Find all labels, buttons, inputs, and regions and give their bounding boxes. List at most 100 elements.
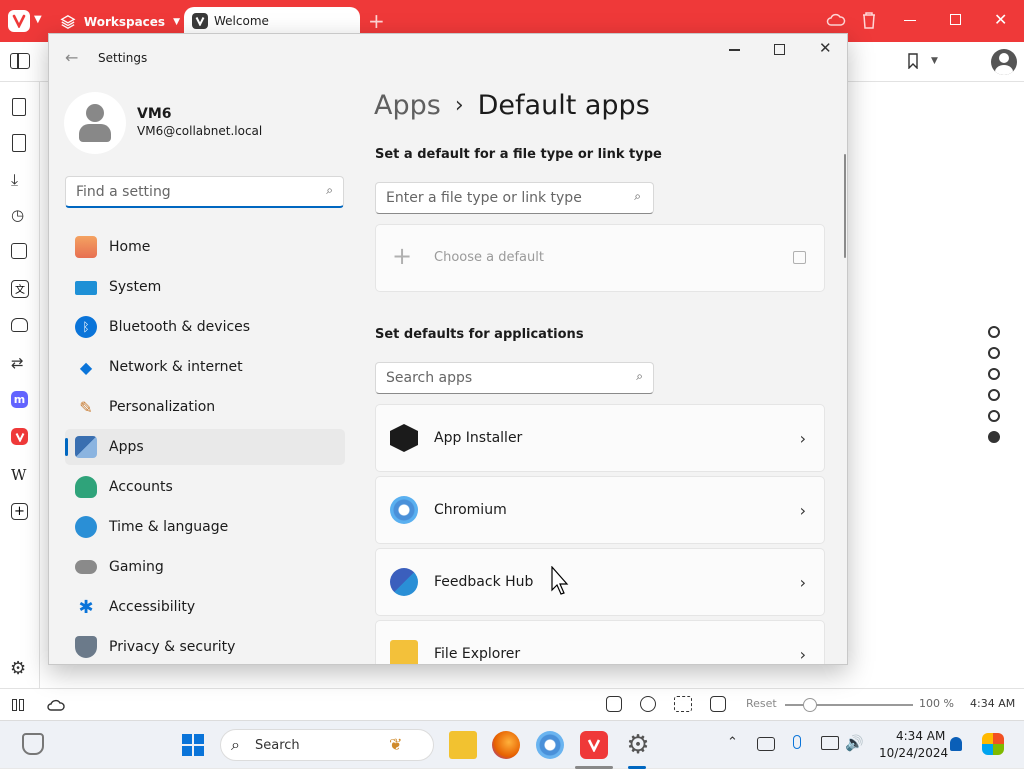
taskbar-search-box[interactable]: ⌕ Search ❦ xyxy=(220,729,434,761)
mouse-cursor-icon xyxy=(551,565,569,600)
user-email: VM6@collabnet.local xyxy=(137,124,263,138)
search-apps-input[interactable]: Search apps ⌕ xyxy=(375,362,654,394)
panel-icon-left[interactable] xyxy=(12,699,17,711)
page-dot-5[interactable] xyxy=(988,410,1000,422)
network-status-icon[interactable] xyxy=(757,737,775,751)
zoom-slider-thumb[interactable] xyxy=(803,698,817,712)
start-button[interactable] xyxy=(182,734,204,756)
mastodon-icon[interactable]: m xyxy=(11,391,28,408)
nav-home[interactable]: Home xyxy=(65,229,345,265)
chromium-taskbar-icon[interactable] xyxy=(536,731,564,759)
vivaldi-menu-button[interactable] xyxy=(8,10,30,32)
firefox-taskbar-icon[interactable] xyxy=(492,731,520,759)
notes-icon[interactable] xyxy=(11,243,27,259)
nav-label: Time & language xyxy=(109,519,229,535)
settings-gear-icon[interactable]: ⚙ xyxy=(10,658,26,679)
nav-gaming[interactable]: Gaming xyxy=(65,549,345,585)
show-hidden-icons-icon[interactable]: ⌃ xyxy=(727,735,738,750)
vivaldi-menu-chevron-icon[interactable]: ▼ xyxy=(34,14,42,25)
panel-toggle-icon[interactable] xyxy=(10,53,30,69)
nav-time-language[interactable]: Time & language xyxy=(65,509,345,545)
translate-icon[interactable]: 文 xyxy=(11,280,29,298)
display-icon[interactable] xyxy=(821,736,839,750)
nav-network[interactable]: ◆ Network & internet xyxy=(65,349,345,385)
add-web-panel-icon[interactable]: + xyxy=(11,503,28,520)
page-dot-3[interactable] xyxy=(988,368,1000,380)
nav-personalization[interactable]: ✎ Personalization xyxy=(65,389,345,425)
profile-avatar[interactable] xyxy=(991,49,1017,75)
nav-label: Bluetooth & devices xyxy=(109,319,251,335)
new-tab-button[interactable]: + xyxy=(368,9,385,33)
brush-icon: ✎ xyxy=(79,397,93,417)
breadcrumb-apps-link[interactable]: Apps xyxy=(374,90,441,121)
capture-icon[interactable] xyxy=(606,696,622,712)
cloud-sync-icon[interactable] xyxy=(826,12,846,32)
section-filetype-title: Set a default for a file type or link ty… xyxy=(375,147,662,162)
find-setting-input[interactable]: Find a setting ⌕ xyxy=(65,176,344,208)
page-actions-icon[interactable] xyxy=(710,696,726,712)
page-dot-1[interactable] xyxy=(988,326,1000,338)
vivaldi-panel-icon[interactable] xyxy=(11,428,28,445)
user-avatar[interactable] xyxy=(64,92,126,154)
tiling-icon[interactable] xyxy=(674,696,692,712)
wikipedia-icon[interactable]: W xyxy=(11,466,26,484)
history-icon[interactable]: ◷ xyxy=(11,206,24,224)
sync-status-icon[interactable] xyxy=(640,696,656,712)
trash-icon[interactable] xyxy=(861,11,877,33)
nav-system[interactable]: System xyxy=(65,269,345,305)
mail-icon[interactable] xyxy=(11,318,28,332)
notification-bell-icon[interactable] xyxy=(950,737,962,751)
workspaces-icon xyxy=(60,15,76,29)
copilot-icon[interactable] xyxy=(982,733,1004,755)
nav-bluetooth[interactable]: ᛒ Bluetooth & devices xyxy=(65,309,345,345)
restore-button[interactable] xyxy=(950,14,961,25)
search-icon: ⌕ xyxy=(326,183,333,197)
bookmark-icon[interactable] xyxy=(907,53,919,73)
page-dot-2[interactable] xyxy=(988,347,1000,359)
settings-taskbar-icon[interactable]: ⚙ xyxy=(624,730,652,760)
tab-welcome[interactable]: Welcome xyxy=(184,7,360,35)
app-name: Chromium xyxy=(434,502,507,518)
microphone-icon[interactable] xyxy=(793,735,801,749)
feedback-hub-icon xyxy=(390,568,418,596)
settings-minimize-button[interactable] xyxy=(729,49,740,51)
app-row-feedback-hub[interactable]: Feedback Hub › xyxy=(375,548,825,616)
home-icon xyxy=(75,236,97,258)
zoom-reset-label[interactable]: Reset xyxy=(746,697,777,710)
content-scrollbar[interactable] xyxy=(844,154,846,258)
filetype-input[interactable]: Enter a file type or link type ⌕ xyxy=(375,182,654,214)
plus-icon: + xyxy=(392,242,413,270)
nav-privacy[interactable]: Privacy & security xyxy=(65,629,345,664)
volume-icon[interactable]: 🔊 xyxy=(845,734,864,752)
app-row-file-explorer[interactable]: File Explorer › xyxy=(375,620,825,664)
nav-label: Accounts xyxy=(109,479,173,495)
choose-default-card[interactable]: + Choose a default xyxy=(375,224,825,292)
settings-maximize-button[interactable] xyxy=(774,44,785,55)
nav-accessibility[interactable]: ✱ Accessibility xyxy=(65,589,345,625)
sync-icon[interactable]: ⇄ xyxy=(11,354,24,372)
app-name: Feedback Hub xyxy=(434,574,534,590)
reading-list-icon[interactable] xyxy=(12,134,26,152)
nav-apps[interactable]: Apps xyxy=(65,429,345,465)
downloads-icon[interactable]: ⤓ xyxy=(11,170,18,190)
nav-accounts[interactable]: Accounts xyxy=(65,469,345,505)
clock-date[interactable]: 10/24/2024 xyxy=(879,746,948,760)
close-browser-button[interactable]: ✕ xyxy=(994,10,1007,29)
app-row-chromium[interactable]: Chromium › xyxy=(375,476,825,544)
status-time: 4:34 AM xyxy=(970,697,1016,710)
cloud-icon[interactable] xyxy=(46,697,66,716)
workspaces-button[interactable]: Workspaces ▼ xyxy=(60,12,180,32)
back-arrow-icon[interactable]: ← xyxy=(65,48,78,67)
vivaldi-taskbar-icon[interactable] xyxy=(580,731,608,759)
file-explorer-taskbar-icon[interactable] xyxy=(449,731,477,759)
nhl-widget-icon[interactable] xyxy=(22,733,44,755)
minimize-button[interactable] xyxy=(904,20,916,21)
app-name: File Explorer xyxy=(434,646,521,662)
bookmark-chevron-icon[interactable]: ▼ xyxy=(931,56,938,66)
page-dot-6-active[interactable] xyxy=(988,431,1000,443)
settings-close-button[interactable]: ✕ xyxy=(819,39,832,57)
app-row-app-installer[interactable]: App Installer › xyxy=(375,404,825,472)
page-dot-4[interactable] xyxy=(988,389,1000,401)
clock-time[interactable]: 4:34 AM xyxy=(896,729,945,743)
bookmarks-panel-icon[interactable] xyxy=(12,98,26,116)
